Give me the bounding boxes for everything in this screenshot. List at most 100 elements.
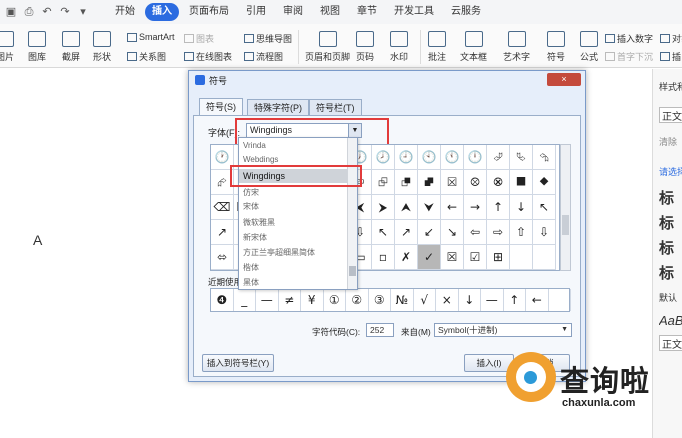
recent-symbol-cell[interactable]: ≠ [279,289,301,311]
recent-symbol-cell[interactable]: ← [526,289,549,311]
font-option-vrinda[interactable]: Vrinda [243,141,266,150]
heading-3-style[interactable]: 标 [659,237,682,258]
symbol-cell[interactable]: ↙ [418,220,441,245]
smartart-button[interactable]: SmartArt [127,32,175,42]
menu-tab-developer[interactable]: 开发工具 [387,3,441,21]
redo-icon[interactable]: ↷ [58,5,72,19]
symbol-cell[interactable]: ⮿ [487,170,510,195]
symbol-cell[interactable]: ✗ [395,245,418,270]
symbol-cell[interactable]: ← [441,195,464,220]
grid-scrollbar[interactable] [560,144,571,271]
recent-symbol-cell[interactable]: ③ [369,289,391,311]
symbol-cell[interactable]: ↖ [533,195,556,220]
symbol-cell[interactable]: ⮰ [487,145,510,170]
symbol-cell[interactable]: ☑ [464,245,487,270]
watermark-button[interactable]: 水印 [390,31,408,63]
symbol-cell[interactable]: ⮱ [510,145,533,170]
symbol-cell[interactable]: ⇦ [464,220,487,245]
symbol-cell[interactable] [510,245,533,270]
recent-symbol-cell[interactable]: ② [346,289,369,311]
font-select[interactable]: Wingdings ▼ [235,118,389,146]
italic-style-sample[interactable]: AaB [659,313,682,328]
scrollbar-thumb[interactable] [349,266,356,276]
shape-button[interactable]: 形状 [93,31,111,63]
symbol-cell[interactable]: ⮟ [418,195,441,220]
font-option-nsimsun[interactable]: 新宋体 [243,232,267,243]
symbol-cell[interactable]: 🕗 [372,145,395,170]
recent-symbol-cell[interactable]: _ [234,289,256,311]
font-option-songti[interactable]: 宋体 [243,201,259,212]
symbol-cell[interactable]: ⯀ [510,170,533,195]
symbol-cell[interactable]: ↓ [510,195,533,220]
recent-symbol-cell[interactable]: № [391,289,414,311]
symbol-cell[interactable]: ↗ [395,220,418,245]
heading-1-style[interactable]: 标 [659,187,682,208]
symbol-cell[interactable]: ⮺ [372,170,395,195]
dropdown-scrollbar[interactable] [347,138,357,289]
insert-to-bar-button[interactable]: 插入到符号栏(Y) [202,354,274,372]
formula-button[interactable]: 公式 [580,31,598,63]
heading-4-style[interactable]: 标 [659,262,682,283]
symbol-cell[interactable]: ☒ [441,245,464,270]
header-footer-button[interactable]: 页眉和页脚 [305,31,350,63]
recent-symbol-cell[interactable]: × [436,289,459,311]
symbol-cell[interactable]: ⮾ [464,170,487,195]
heading-2-style[interactable]: 标 [659,212,682,233]
close-button[interactable]: × [547,73,581,86]
mindmap-button[interactable]: 思维导图 [244,32,292,45]
char-code-input[interactable]: 252 [366,323,394,337]
insert-number-button[interactable]: 插入数字 [605,32,653,45]
symbol-cell[interactable]: ⯁ [533,170,556,195]
symbol-cell[interactable]: ⌫ [211,195,234,220]
menu-tab-cloud[interactable]: 云服务 [444,3,488,21]
scrollbar-thumb[interactable] [562,215,569,235]
symbol-cell[interactable]: ⬄ [211,245,234,270]
tab-special-chars[interactable]: 特殊字符(P) [247,99,309,115]
recent-symbol-cell[interactable] [549,289,571,311]
symbol-cell[interactable]: 🕙 [418,145,441,170]
menu-tab-view[interactable]: 视图 [313,3,347,21]
menu-tab-home[interactable]: 开始 [108,3,142,21]
font-option-heiti[interactable]: 黑体 [243,277,259,288]
symbol-cell[interactable]: ↖ [372,220,395,245]
recent-symbol-cell[interactable]: ↑ [504,289,526,311]
recent-symbol-cell[interactable]: ① [324,289,346,311]
font-option-yahei[interactable]: 微软雅黑 [243,217,275,228]
symbol-cell[interactable] [533,245,556,270]
menu-tab-section[interactable]: 章节 [350,3,384,21]
recent-symbol-cell[interactable]: ↓ [459,289,481,311]
page-number-button[interactable]: 页码 [356,31,374,63]
chart-button[interactable]: 图表 [184,32,214,45]
bookmark-button[interactable]: 插 [660,50,681,63]
symbol-cell[interactable]: ⮞ [372,195,395,220]
symbol-cell[interactable]: ⊞ [487,245,510,270]
from-select[interactable]: Symbol(十进制) ▼ [434,323,572,337]
symbol-cell[interactable]: ⇨ [487,220,510,245]
body-style-box[interactable]: 正文 [659,335,682,351]
first-drop-button[interactable]: 首字下沉 [605,50,653,63]
comment-button[interactable]: 批注 [428,31,446,63]
picture-button[interactable]: 图片 [0,31,14,63]
recent-symbol-cell[interactable]: √ [414,289,436,311]
textbox-button[interactable]: 文本框 [460,31,487,63]
symbol-cell[interactable]: ⮲ [533,145,556,170]
font-option-webdings[interactable]: Webdings [243,155,278,164]
default-style[interactable]: 默认 [659,291,682,304]
font-option-lanting[interactable]: 方正兰亭超细黑简体 [243,247,315,258]
symbol-cell[interactable]: ▫ [372,245,395,270]
gallery-button[interactable]: 图库 [28,31,46,63]
menu-tab-review[interactable]: 审阅 [276,3,310,21]
symbol-cell[interactable]: ⮽ [441,170,464,195]
symbol-cell[interactable]: 🕘 [395,145,418,170]
menu-tab-insert[interactable]: 插入 [145,3,179,21]
symbol-cell[interactable]: ↗ [211,220,234,245]
wordart-button[interactable]: 艺术字 [503,31,530,63]
clear-format-link[interactable]: 清除 [659,135,682,148]
symbol-cell[interactable]: 🕚 [441,145,464,170]
recent-symbol-cell[interactable]: ❹ [211,289,234,311]
flowchart-button[interactable]: 流程图 [244,50,283,63]
symbol-cell[interactable]: ⇩ [533,220,556,245]
symbol-cell[interactable]: ⮝ [395,195,418,220]
symbol-cell[interactable]: ↘ [441,220,464,245]
recent-symbol-cell[interactable]: — [256,289,279,311]
